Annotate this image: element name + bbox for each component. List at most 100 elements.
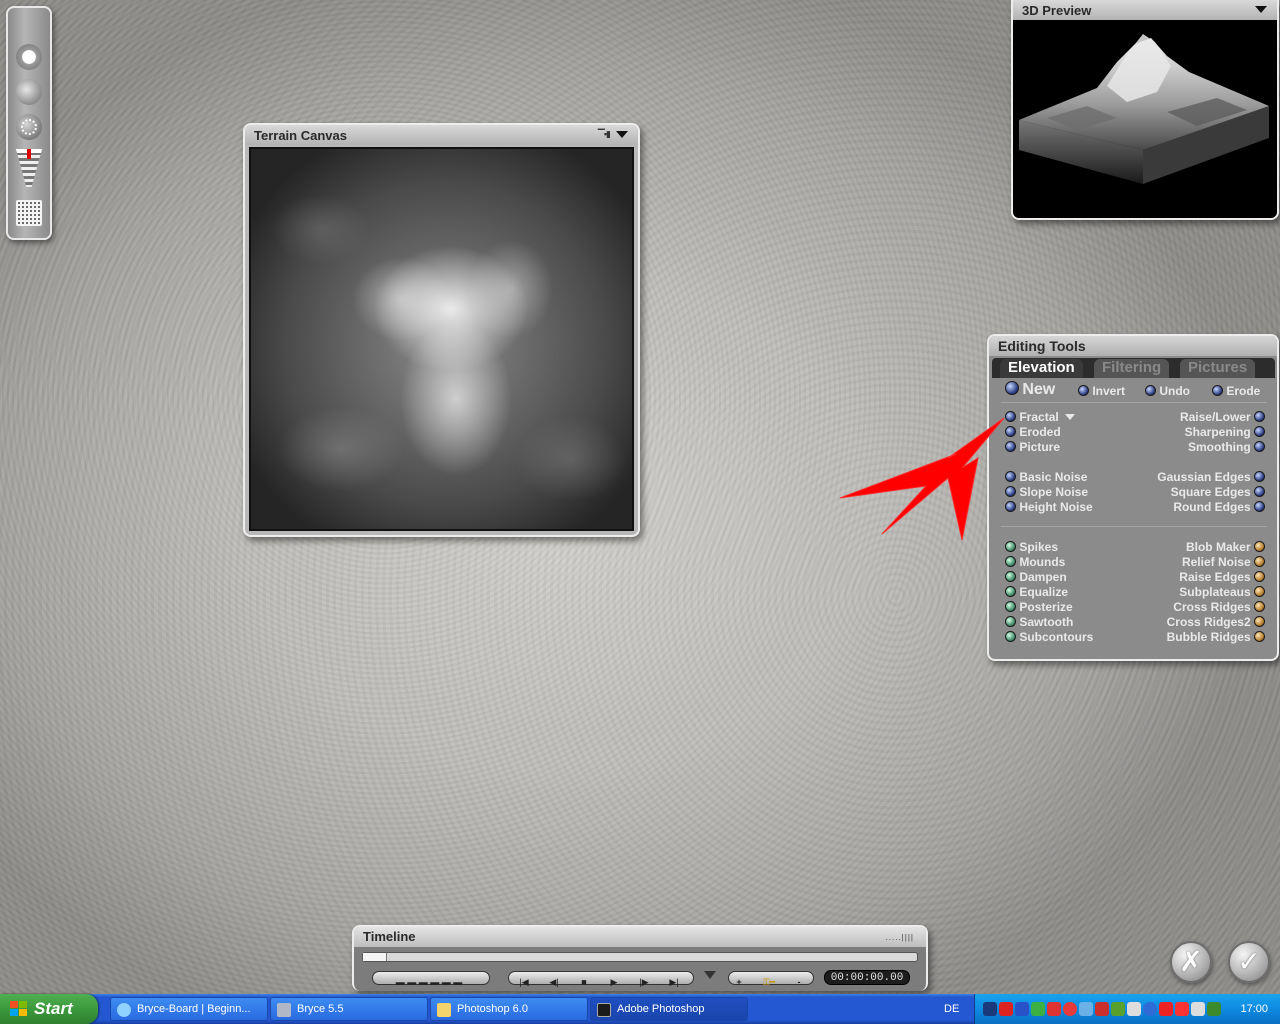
subcontours-label: Subcontours bbox=[1019, 630, 1094, 644]
equalize-label: Equalize bbox=[1019, 585, 1069, 599]
dampen-button[interactable]: Dampen bbox=[1005, 570, 1067, 584]
tray-app-icon[interactable] bbox=[1031, 1002, 1045, 1016]
printer-icon[interactable] bbox=[1127, 1002, 1141, 1016]
spikes-button[interactable]: Spikes bbox=[1005, 540, 1058, 554]
keyframe-chevron-down-icon[interactable] bbox=[704, 971, 716, 979]
tray-app-icon[interactable] bbox=[999, 1002, 1013, 1016]
divider bbox=[1001, 402, 1267, 403]
subplateaus-button[interactable]: Subplateaus bbox=[1179, 585, 1265, 599]
smoothing-label: Smoothing bbox=[1188, 440, 1251, 454]
basic-noise-button[interactable]: Basic Noise bbox=[1005, 470, 1087, 484]
spikes-bullet-icon bbox=[1005, 541, 1016, 552]
tray-app-icon[interactable] bbox=[1159, 1002, 1173, 1016]
dampen-label: Dampen bbox=[1019, 570, 1067, 584]
tray-app-icon[interactable] bbox=[1063, 1002, 1077, 1016]
toolstrip-grip[interactable] bbox=[8, 8, 50, 30]
timeline-panel: Timeline .....|||| ▬ ▬ ▬ ▬ ▬ ▬ |◀ ◀| ■ ▶ |▶ ▶… bbox=[352, 925, 928, 991]
task-adobe-photoshop[interactable]: Adobe Photoshop bbox=[590, 997, 748, 1021]
raise-lower-button[interactable]: Raise/Lower bbox=[1180, 410, 1265, 424]
round-edges-button[interactable]: Round Edges bbox=[1173, 500, 1265, 514]
grid-resolution-icon[interactable] bbox=[16, 200, 42, 226]
equalize-bullet-icon bbox=[1005, 586, 1016, 597]
picture-button[interactable]: Picture bbox=[1005, 440, 1060, 454]
slope-noise-button[interactable]: Slope Noise bbox=[1005, 485, 1088, 499]
raise-edges-button[interactable]: Raise Edges bbox=[1179, 570, 1265, 584]
invert-button[interactable]: Invert bbox=[1078, 384, 1125, 398]
fractal-label: Fractal bbox=[1019, 410, 1059, 424]
undo-button[interactable]: Undo bbox=[1145, 384, 1190, 398]
smoothing-button[interactable]: Smoothing bbox=[1188, 440, 1265, 454]
gaussian-edges-button[interactable]: Gaussian Edges bbox=[1157, 470, 1265, 484]
elevation-slider-icon[interactable] bbox=[16, 149, 42, 187]
canvas-menu-chevron-down-icon[interactable] bbox=[616, 131, 628, 138]
cross-ridges2-button[interactable]: Cross Ridges2 bbox=[1167, 615, 1265, 629]
step-back-icon[interactable]: ◀| bbox=[539, 976, 569, 988]
cancel-button[interactable]: ✗ bbox=[1170, 941, 1212, 983]
remove-key-button[interactable]: - bbox=[789, 976, 809, 988]
dotted-brush-icon[interactable] bbox=[16, 114, 42, 140]
terrain-heightmap[interactable] bbox=[249, 147, 634, 531]
new-label: New bbox=[1022, 381, 1056, 398]
sawtooth-button[interactable]: Sawtooth bbox=[1005, 615, 1073, 629]
tray-app-icon[interactable] bbox=[1207, 1002, 1221, 1016]
blob-maker-button[interactable]: Blob Maker bbox=[1186, 540, 1265, 554]
sharpening-button[interactable]: Sharpening bbox=[1185, 425, 1265, 439]
start-button[interactable]: Start bbox=[0, 994, 98, 1024]
sphere-brush-icon[interactable] bbox=[16, 44, 42, 70]
media-player-icon[interactable] bbox=[1175, 1002, 1189, 1016]
network-icon[interactable] bbox=[1191, 1002, 1205, 1016]
canvas-options-icon[interactable]: ▔▪▮ bbox=[598, 129, 611, 140]
timeline-scrub-handle[interactable] bbox=[363, 953, 387, 961]
terrain-canvas-title[interactable]: Terrain Canvas bbox=[245, 125, 638, 145]
preview-menu-chevron-down-icon[interactable] bbox=[1255, 6, 1267, 13]
skip-end-icon[interactable]: ▶| bbox=[659, 976, 689, 988]
subcontours-button[interactable]: Subcontours bbox=[1005, 630, 1093, 644]
posterize-button[interactable]: Posterize bbox=[1005, 600, 1073, 614]
eroded-button[interactable]: Eroded bbox=[1005, 425, 1061, 439]
tray-app-icon[interactable] bbox=[1015, 1002, 1029, 1016]
tray-app-icon[interactable] bbox=[1143, 1002, 1157, 1016]
animation-mode-strip[interactable]: ▬ ▬ ▬ ▬ ▬ ▬ bbox=[372, 971, 490, 987]
tray-app-icon[interactable] bbox=[1079, 1002, 1093, 1016]
timeline-resize-grip-icon[interactable]: .....|||| bbox=[886, 933, 914, 942]
terrain-3d-view[interactable] bbox=[1017, 22, 1273, 214]
confirm-button[interactable]: ✓ bbox=[1228, 941, 1270, 983]
height-noise-button[interactable]: Height Noise bbox=[1005, 500, 1093, 514]
tray-app-icon[interactable] bbox=[1047, 1002, 1061, 1016]
skip-start-icon[interactable]: |◀ bbox=[509, 976, 539, 988]
new-button[interactable]: New bbox=[1005, 381, 1055, 399]
stop-icon[interactable]: ■ bbox=[569, 976, 599, 988]
tray-app-icon[interactable] bbox=[983, 1002, 997, 1016]
tab-elevation[interactable]: Elevation bbox=[1000, 359, 1083, 378]
tab-pictures[interactable]: Pictures bbox=[1180, 359, 1256, 378]
tray-app-icon[interactable] bbox=[1111, 1002, 1125, 1016]
tab-filtering[interactable]: Filtering bbox=[1094, 359, 1170, 378]
task-bryce-board[interactable]: Bryce-Board | Beginn... bbox=[110, 997, 268, 1021]
raise-edges-label: Raise Edges bbox=[1179, 570, 1251, 584]
bubble-ridges-button[interactable]: Bubble Ridges bbox=[1167, 630, 1265, 644]
step-forward-icon[interactable]: |▶ bbox=[629, 976, 659, 988]
cross-ridges-button[interactable]: Cross Ridges bbox=[1173, 600, 1265, 614]
fractal-chevron-down-icon[interactable] bbox=[1065, 414, 1076, 420]
language-indicator[interactable]: DE bbox=[944, 1003, 959, 1015]
square-edges-button[interactable]: Square Edges bbox=[1171, 485, 1265, 499]
timeline-title[interactable]: Timeline bbox=[354, 927, 926, 947]
mounds-button[interactable]: Mounds bbox=[1005, 555, 1065, 569]
relief-noise-button[interactable]: Relief Noise bbox=[1182, 555, 1265, 569]
equalize-button[interactable]: Equalize bbox=[1005, 585, 1068, 599]
editing-tools-panel: Editing Tools Elevation Filtering Pictur… bbox=[987, 334, 1279, 661]
erode-button[interactable]: Erode bbox=[1212, 384, 1260, 398]
play-icon[interactable]: ▶ bbox=[599, 976, 629, 988]
tray-app-icon[interactable] bbox=[1095, 1002, 1109, 1016]
task-bryce[interactable]: Bryce 5.5 bbox=[270, 997, 428, 1021]
editing-tools-title[interactable]: Editing Tools bbox=[989, 336, 1277, 356]
timeline-scrubber[interactable] bbox=[362, 952, 918, 962]
key-icon[interactable]: ⚿━ bbox=[749, 976, 789, 988]
clock[interactable]: 17:00 bbox=[1240, 1003, 1268, 1015]
fractal-button[interactable]: Fractal bbox=[1005, 410, 1076, 424]
preview-3d-title[interactable]: 3D Preview bbox=[1013, 0, 1277, 20]
posterize-bullet-icon bbox=[1005, 601, 1016, 612]
add-key-button[interactable]: + bbox=[729, 976, 749, 988]
task-photoshop-folder[interactable]: Photoshop 6.0 bbox=[430, 997, 588, 1021]
soft-brush-icon[interactable] bbox=[16, 79, 42, 105]
